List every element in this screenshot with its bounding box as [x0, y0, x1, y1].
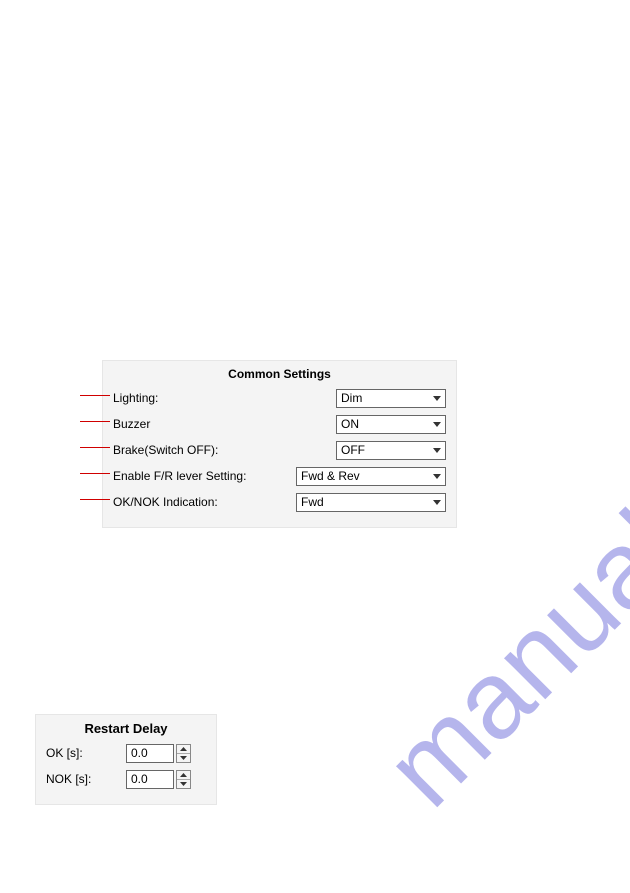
- dropdown-enable-fr-value: Fwd & Rev: [301, 469, 429, 483]
- leader-line: [80, 421, 110, 422]
- row-enable-fr: Enable F/R lever Setting: Fwd & Rev: [113, 465, 446, 487]
- dropdown-oknok-value: Fwd: [301, 495, 429, 509]
- dropdown-buzzer-value: ON: [341, 417, 429, 431]
- common-settings-panel: Common Settings Lighting: Dim Buzzer ON …: [102, 360, 457, 528]
- label-enable-fr: Enable F/R lever Setting:: [113, 469, 268, 483]
- row-brake: Brake(Switch OFF): OFF: [113, 439, 446, 461]
- chevron-up-icon: [180, 773, 187, 777]
- spin-input-nok[interactable]: 0.0: [126, 770, 174, 789]
- row-oknok: OK/NOK Indication: Fwd: [113, 491, 446, 513]
- label-nok-s: NOK [s]:: [46, 772, 126, 786]
- row-nok-s: NOK [s]: 0.0: [46, 768, 206, 790]
- chevron-down-icon: [180, 756, 187, 760]
- spin-down-button[interactable]: [177, 754, 190, 762]
- chevron-up-icon: [180, 747, 187, 751]
- leader-line: [80, 499, 110, 500]
- restart-delay-panel: Restart Delay OK [s]: 0.0: [35, 714, 217, 805]
- spin-buttons-ok: [176, 744, 191, 763]
- label-oknok: OK/NOK Indication:: [113, 495, 268, 509]
- spin-up-button[interactable]: [177, 745, 190, 754]
- spinbox-nok: 0.0: [126, 770, 191, 789]
- row-ok-s: OK [s]: 0.0: [46, 742, 206, 764]
- dropdown-enable-fr[interactable]: Fwd & Rev: [296, 467, 446, 486]
- label-buzzer: Buzzer: [113, 417, 268, 431]
- row-lighting: Lighting: Dim: [113, 387, 446, 409]
- spin-down-button[interactable]: [177, 780, 190, 788]
- dropdown-lighting[interactable]: Dim: [336, 389, 446, 408]
- spinbox-ok: 0.0: [126, 744, 191, 763]
- label-ok-s: OK [s]:: [46, 746, 126, 760]
- leader-line: [80, 447, 110, 448]
- common-settings-title: Common Settings: [113, 367, 446, 381]
- spin-value-ok: 0.0: [131, 746, 148, 760]
- chevron-down-icon: [429, 494, 445, 511]
- chevron-down-icon: [429, 442, 445, 459]
- label-lighting: Lighting:: [113, 391, 268, 405]
- chevron-down-icon: [429, 468, 445, 485]
- spin-input-ok[interactable]: 0.0: [126, 744, 174, 763]
- chevron-down-icon: [180, 782, 187, 786]
- chevron-down-icon: [429, 390, 445, 407]
- leader-line: [80, 395, 110, 396]
- dropdown-buzzer[interactable]: ON: [336, 415, 446, 434]
- dropdown-brake[interactable]: OFF: [336, 441, 446, 460]
- dropdown-lighting-value: Dim: [341, 391, 429, 405]
- chevron-down-icon: [429, 416, 445, 433]
- spin-up-button[interactable]: [177, 771, 190, 780]
- label-brake: Brake(Switch OFF):: [113, 443, 268, 457]
- spin-buttons-nok: [176, 770, 191, 789]
- leader-line: [80, 473, 110, 474]
- restart-delay-title: Restart Delay: [46, 721, 206, 736]
- dropdown-oknok[interactable]: Fwd: [296, 493, 446, 512]
- dropdown-brake-value: OFF: [341, 443, 429, 457]
- row-buzzer: Buzzer ON: [113, 413, 446, 435]
- spin-value-nok: 0.0: [131, 772, 148, 786]
